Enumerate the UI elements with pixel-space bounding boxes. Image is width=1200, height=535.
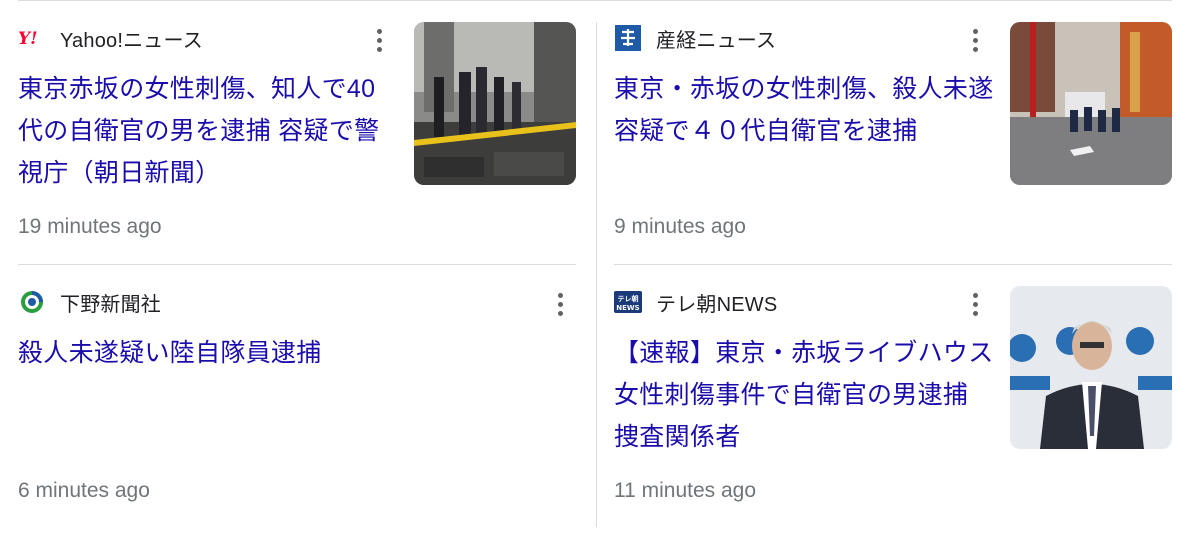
press-conference-photo (1010, 286, 1172, 449)
dot-icon (557, 310, 563, 316)
shimotsuke-logo-icon (18, 288, 46, 316)
source-name: テレ朝NEWS (656, 293, 778, 316)
timestamp: 19 minutes ago (18, 215, 162, 238)
headline-link[interactable]: 東京・赤坂の女性刺傷、殺人未遂容疑で４０代自衛官を逮捕 (614, 68, 994, 152)
news-source[interactable]: 下野新聞社 (18, 286, 161, 318)
svg-text:Y!: Y! (18, 29, 38, 48)
dot-icon (557, 292, 563, 298)
dot-icon (972, 310, 978, 316)
news-thumbnail[interactable] (414, 22, 576, 185)
more-options-button[interactable] (967, 290, 983, 318)
top-divider (18, 0, 1172, 1)
source-name: 下野新聞社 (60, 293, 161, 316)
tvasahi-news-logo-icon: テレ朝 NEWS (614, 288, 642, 316)
dot-icon (972, 37, 978, 43)
dot-icon (972, 292, 978, 298)
police-cordon-photo (414, 22, 576, 185)
news-card-shimotsuke[interactable]: 下野新聞社 殺人未遂疑い陸自隊員逮捕 6 minutes ago (18, 286, 576, 522)
news-source[interactable]: テレ朝 NEWS テレ朝NEWS (614, 286, 777, 318)
more-options-button[interactable] (552, 290, 568, 318)
svg-text:テレ朝: テレ朝 (618, 294, 639, 303)
more-options-button[interactable] (371, 26, 387, 54)
timestamp: 9 minutes ago (614, 215, 746, 238)
dot-icon (376, 46, 382, 52)
dot-icon (376, 37, 382, 43)
dot-icon (557, 301, 563, 307)
more-options-button[interactable] (967, 26, 983, 54)
column-divider (596, 22, 597, 527)
news-card-sankei[interactable]: 産経ニュース 東京・赤坂の女性刺傷、殺人未遂容疑で４０代自衛官を逮捕 9 min… (614, 22, 1172, 258)
row-divider-right (614, 264, 1172, 265)
dot-icon (972, 301, 978, 307)
headline-link[interactable]: 殺人未遂疑い陸自隊員逮捕 (18, 332, 538, 374)
headline-link[interactable]: 東京赤坂の女性刺傷、知人で40代の自衛官の男を逮捕 容疑で警視庁（朝日新聞） (18, 68, 398, 194)
sankei-logo-icon (614, 24, 642, 52)
news-source[interactable]: Y! Yahoo!ニュース (18, 22, 203, 54)
timestamp: 11 minutes ago (614, 479, 757, 502)
news-card-yahoo[interactable]: Y! Yahoo!ニュース 東京赤坂の女性刺傷、知人で40代の自衛官の男を逮捕 … (18, 22, 576, 258)
dot-icon (972, 28, 978, 34)
news-thumbnail[interactable] (1010, 22, 1172, 185)
headline-link[interactable]: 【速報】東京・赤坂ライブハウス女性刺傷事件で自衛官の男逮捕 捜査関係者 (614, 332, 994, 458)
row-divider-left (18, 264, 576, 265)
timestamp: 6 minutes ago (18, 479, 150, 502)
source-name: Yahoo!ニュース (60, 29, 203, 52)
news-thumbnail[interactable] (1010, 286, 1172, 449)
street-police-photo (1010, 22, 1172, 185)
news-source[interactable]: 産経ニュース (614, 22, 776, 54)
dot-icon (972, 46, 978, 52)
news-card-tvasahi[interactable]: テレ朝 NEWS テレ朝NEWS 【速報】東京・赤坂ライブハウス女性刺傷事件で自… (614, 286, 1172, 522)
yahoo-logo-icon: Y! (18, 24, 46, 52)
dot-icon (376, 28, 382, 34)
svg-text:NEWS: NEWS (616, 304, 639, 312)
source-name: 産経ニュース (656, 29, 777, 52)
